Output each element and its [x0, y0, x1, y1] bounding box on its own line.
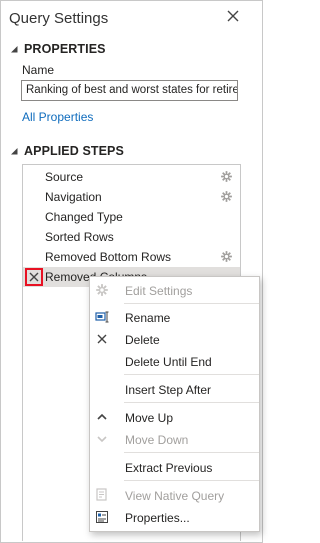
chevron-down-icon — [97, 436, 107, 443]
menu-item-delete[interactable]: Delete — [90, 329, 259, 350]
menu-item-extract-previous[interactable]: Extract Previous — [90, 457, 259, 478]
delete-icon — [29, 272, 39, 282]
query-settings-pane: Query Settings PROPERTIES Name Ranking o… — [0, 0, 263, 543]
step-sorted-rows[interactable]: Sorted Rows — [23, 227, 240, 247]
step-changed-type[interactable]: Changed Type — [23, 207, 240, 227]
gear-icon[interactable] — [220, 190, 233, 203]
menu-item-label: Delete — [125, 333, 160, 347]
menu-item-label: Properties... — [125, 511, 190, 525]
step-context-menu: Edit Settings Rename Delete Delete Until… — [89, 276, 260, 532]
all-properties-link[interactable]: All Properties — [22, 110, 93, 124]
applied-steps-section-header[interactable]: APPLIED STEPS — [9, 144, 124, 158]
gear-icon — [96, 284, 108, 296]
delete-step-button[interactable] — [25, 268, 43, 286]
step-label: Removed Bottom Rows — [45, 250, 172, 264]
menu-item-insert-step-after[interactable]: Insert Step After — [90, 379, 259, 400]
step-label: Changed Type — [45, 210, 123, 224]
menu-item-label: Insert Step After — [125, 383, 212, 397]
menu-item-properties[interactable]: Properties... — [90, 507, 259, 528]
menu-item-label: Rename — [125, 311, 171, 325]
menu-item-edit-settings[interactable]: Edit Settings — [90, 280, 259, 301]
native-query-icon — [96, 488, 107, 501]
menu-separator — [124, 480, 259, 481]
menu-item-move-down[interactable]: Move Down — [90, 429, 259, 450]
menu-item-label: Edit Settings — [125, 284, 193, 298]
close-icon — [227, 10, 239, 22]
menu-item-label: View Native Query — [125, 489, 225, 503]
close-button[interactable] — [225, 8, 241, 24]
applied-steps-heading: APPLIED STEPS — [24, 144, 124, 158]
chevron-up-icon — [97, 413, 107, 420]
step-label: Sorted Rows — [45, 230, 114, 244]
collapse-caret-icon — [11, 148, 18, 155]
menu-item-label: Move Down — [125, 433, 189, 447]
pane-title: Query Settings — [9, 10, 109, 27]
menu-item-move-up[interactable]: Move Up — [90, 407, 259, 428]
menu-item-delete-until-end[interactable]: Delete Until End — [90, 351, 259, 372]
delete-icon — [97, 334, 107, 344]
menu-item-rename[interactable]: Rename — [90, 307, 259, 328]
menu-item-view-native-query[interactable]: View Native Query — [90, 485, 259, 506]
menu-item-label: Delete Until End — [125, 355, 212, 369]
step-label: Navigation — [45, 190, 102, 204]
menu-separator — [124, 452, 259, 453]
step-navigation[interactable]: Navigation — [23, 187, 240, 207]
menu-separator — [124, 402, 259, 403]
step-removed-bottom-rows[interactable]: Removed Bottom Rows — [23, 247, 240, 267]
name-label: Name — [22, 63, 55, 77]
menu-item-label: Extract Previous — [125, 461, 213, 475]
gear-icon[interactable] — [220, 250, 233, 263]
properties-heading: PROPERTIES — [24, 42, 106, 56]
step-source[interactable]: Source — [23, 167, 240, 187]
properties-section-header[interactable]: PROPERTIES — [9, 42, 106, 56]
gear-icon[interactable] — [220, 170, 233, 183]
menu-separator — [124, 374, 259, 375]
properties-icon — [96, 511, 108, 523]
rename-icon — [95, 311, 109, 323]
menu-separator — [124, 303, 259, 304]
collapse-caret-icon — [11, 46, 18, 53]
step-label: Source — [45, 170, 84, 184]
menu-item-label: Move Up — [125, 411, 174, 425]
query-name-field[interactable]: Ranking of best and worst states for ret… — [21, 80, 238, 101]
